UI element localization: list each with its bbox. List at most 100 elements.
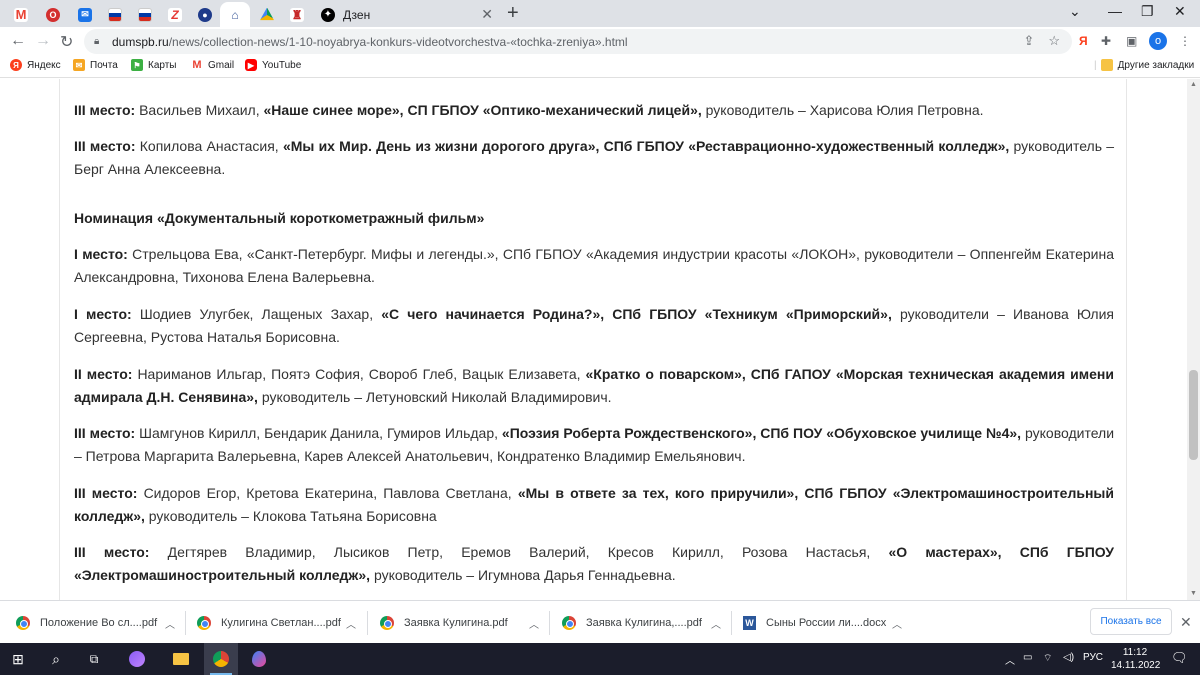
- volume-icon[interactable]: ◁): [1063, 652, 1074, 663]
- new-tab-button[interactable]: +: [507, 3, 519, 23]
- network-icon[interactable]: ▭: [1023, 652, 1032, 663]
- tab-emblem[interactable]: ♜: [282, 2, 312, 27]
- page-scrollbar[interactable]: ▲ ▼: [1187, 79, 1200, 600]
- chevron-up-icon[interactable]: ︿: [711, 616, 721, 631]
- close-window-icon[interactable]: ✕: [1174, 3, 1186, 20]
- tab-gmail[interactable]: M: [6, 2, 36, 27]
- omnibox-actions: ⇪ ☆: [1023, 33, 1060, 49]
- scroll-up-icon[interactable]: ▲: [1190, 81, 1197, 88]
- download-item[interactable]: Заявка Кулигина.pdf ︿: [380, 610, 539, 636]
- address-bar[interactable]: 🔒︎ dumspb.ru/news/collection-news/1-10-n…: [84, 29, 1072, 54]
- download-filename: Кулигина Светлан....pdf: [221, 617, 341, 629]
- browser-window: M O ✉ Z ● ⌂ ♜ ✦ Дзен ✕ + ⌄ — ❐ ✕ ← → ↻ 🔒…: [0, 0, 1200, 675]
- dzen-icon: ✦: [321, 7, 335, 22]
- forward-icon[interactable]: →: [35, 32, 51, 50]
- alice-icon[interactable]: [127, 649, 147, 669]
- tab-close-icon[interactable]: ✕: [481, 6, 493, 23]
- maximize-icon[interactable]: ❐: [1141, 3, 1154, 20]
- separator: |: [1094, 59, 1097, 71]
- result-paragraph: III место: Васильев Михаил, «Наше синее …: [74, 99, 1114, 122]
- minimize-icon[interactable]: —: [1108, 3, 1122, 19]
- result-paragraph: II место: Нариманов Ильгар, Поятэ София,…: [74, 363, 1114, 409]
- tray-chevron-icon[interactable]: ︿: [1005, 652, 1015, 667]
- wifi-icon[interactable]: ⌔: [1043, 652, 1052, 665]
- tab-flag-1[interactable]: [100, 2, 130, 27]
- leader: руководитель – Харисова Юлия Петровна.: [705, 102, 984, 118]
- download-item[interactable]: W Сыны России ли....docx ︿: [743, 610, 902, 636]
- url-host: dumspb.ru: [112, 34, 169, 49]
- download-item[interactable]: Заявка Кулигина,....pdf ︿: [562, 610, 721, 636]
- windows-start-icon[interactable]: ⊞: [8, 649, 28, 669]
- reload-icon[interactable]: ↻: [60, 32, 73, 52]
- download-item[interactable]: Кулигина Светлан....pdf ︿: [197, 610, 356, 636]
- leader: руководитель – Летуновский Николай Влади…: [261, 389, 612, 405]
- lock-icon: 🔒︎: [94, 35, 100, 47]
- show-all-button[interactable]: Показать все: [1090, 608, 1172, 635]
- bookmark-star-icon[interactable]: ☆: [1048, 33, 1060, 49]
- result-paragraph: III место: Копилова Анастасия, «Мы их Ми…: [74, 135, 1114, 181]
- bookmark-youtube[interactable]: ▶ YouTube: [245, 59, 301, 71]
- scroll-down-icon[interactable]: ▼: [1190, 590, 1197, 597]
- place-label: II место:: [74, 366, 133, 382]
- bookmark-maps[interactable]: ⚑ Карты: [131, 59, 177, 71]
- download-item[interactable]: Положение Во сл....pdf ︿: [16, 610, 175, 636]
- file-explorer-icon[interactable]: [171, 649, 191, 669]
- system-clock[interactable]: 11:12 14.11.2022: [1111, 646, 1160, 672]
- search-icon[interactable]: ⌕: [46, 649, 66, 669]
- toolbar: ← → ↻ 🔒︎ dumspb.ru/news/collection-news/…: [0, 27, 1200, 56]
- tab-search-icon[interactable]: ⌄: [1069, 3, 1081, 20]
- tab-disk[interactable]: ●: [190, 2, 220, 27]
- result-paragraph: I место: Шодиев Улугбек, Лащеных Захар, …: [74, 303, 1114, 349]
- chrome-icon: [562, 616, 576, 630]
- download-bar: Положение Во сл....pdf ︿ Кулигина Светла…: [0, 600, 1200, 643]
- chevron-up-icon[interactable]: ︿: [529, 616, 539, 631]
- menu-icon[interactable]: ⋮: [1179, 34, 1191, 48]
- tab-strip: M O ✉ Z ● ⌂ ♜ ✦ Дзен ✕ + ⌄ — ❐ ✕: [0, 0, 1200, 27]
- yandex-extension-icon[interactable]: Я: [1079, 34, 1088, 48]
- tab-title: Дзен: [343, 7, 371, 22]
- bookmark-yandex[interactable]: Я Яндекс: [10, 59, 61, 71]
- folder-icon: [1100, 59, 1113, 71]
- divider: [731, 611, 732, 635]
- notifications-icon[interactable]: 🗨︎: [1171, 650, 1188, 666]
- bookmarks-bar: Я Яндекс ✉ Почта ⚑ Карты M Gmail ▶ YouTu…: [0, 56, 1200, 78]
- work-title: «Мы их Мир. День из жизни дорогого друга…: [282, 138, 1010, 154]
- scrollbar-thumb[interactable]: [1189, 370, 1198, 460]
- url-path: /news/collection-news/1-10-noyabrya-konk…: [168, 34, 628, 49]
- extensions-icon[interactable]: ✚: [1101, 34, 1111, 48]
- tab-flag-2[interactable]: [130, 2, 160, 27]
- other-bookmarks[interactable]: | Другие закладки: [1094, 59, 1194, 71]
- close-icon[interactable]: ✕: [1180, 614, 1192, 631]
- chrome-icon[interactable]: [211, 649, 231, 669]
- app-drop-icon[interactable]: [249, 649, 269, 669]
- windows-taskbar: ⊞ ⌕ ⧉ ︿ ▭ ⌔ ◁) РУС 11:12 14.11.2022 🗨︎: [0, 643, 1200, 675]
- share-icon[interactable]: ⇪: [1023, 33, 1034, 49]
- tab-opera[interactable]: O: [38, 2, 68, 27]
- divider: [185, 611, 186, 635]
- place-label: I место:: [74, 246, 128, 262]
- opera-icon: O: [46, 7, 60, 22]
- back-icon[interactable]: ←: [10, 32, 26, 50]
- chrome-icon: [197, 616, 211, 630]
- chevron-up-icon[interactable]: ︿: [346, 616, 356, 631]
- tab-drive[interactable]: [252, 2, 282, 27]
- language-indicator[interactable]: РУС: [1083, 652, 1103, 663]
- bookmark-gmail[interactable]: M Gmail: [191, 59, 234, 71]
- chevron-up-icon[interactable]: ︿: [892, 616, 902, 631]
- download-filename: Заявка Кулигина,....pdf: [586, 617, 702, 629]
- disk-icon: ●: [198, 7, 212, 22]
- task-view-icon[interactable]: ⧉: [84, 649, 104, 669]
- bookmark-label: Почта: [90, 59, 118, 71]
- result-paragraph: III место: Сидоров Егор, Кретова Екатери…: [74, 482, 1114, 528]
- chevron-up-icon[interactable]: ︿: [165, 616, 175, 631]
- result-paragraph: III место: Шамгунов Кирилл, Бендарик Дан…: [74, 422, 1114, 468]
- tab-site[interactable]: ⌂: [220, 2, 250, 27]
- bookmark-pochta[interactable]: ✉ Почта: [73, 59, 118, 71]
- side-panel-icon[interactable]: ▣: [1126, 34, 1137, 48]
- tab-z[interactable]: Z: [160, 2, 190, 27]
- web-page: III место: Васильев Михаил, «Наше синее …: [0, 79, 1187, 600]
- russia-flag-icon: [138, 7, 152, 22]
- avatar[interactable]: o: [1149, 32, 1167, 50]
- tab-mail[interactable]: ✉: [70, 2, 100, 27]
- tab-dzen[interactable]: ✦ Дзен ✕: [309, 2, 499, 27]
